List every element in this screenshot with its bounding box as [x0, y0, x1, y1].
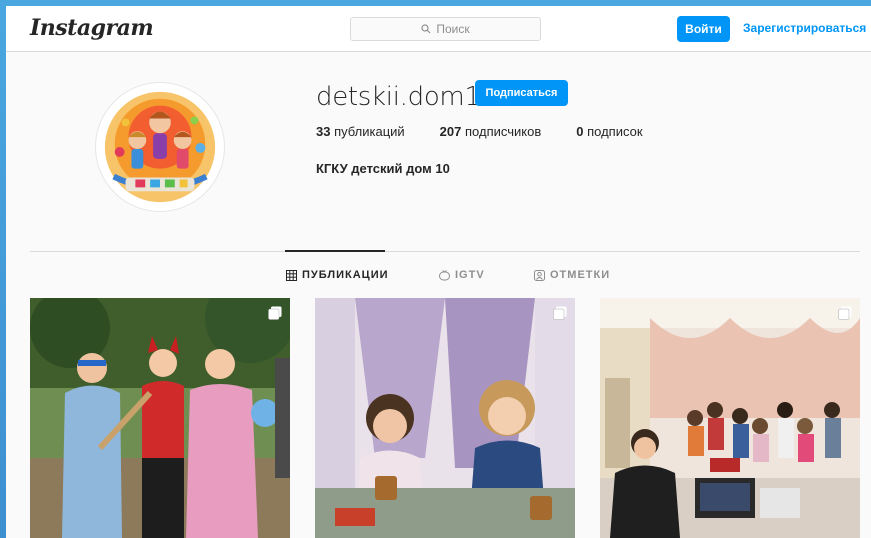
login-button[interactable]: Войти: [677, 16, 730, 42]
profile-avatar[interactable]: [95, 82, 225, 212]
instagram-logo[interactable]: Instagram: [30, 15, 154, 41]
profile-full-name: КГКУ детский дом 10: [316, 161, 450, 176]
post-thumbnail[interactable]: [600, 298, 860, 538]
follow-button[interactable]: Подписаться: [475, 80, 568, 106]
posts-count-stat: 33 публикаций: [316, 124, 405, 139]
search-input[interactable]: Поиск: [350, 17, 541, 41]
active-tab-indicator: [285, 250, 385, 252]
profile-stats: 33 публикаций 207 подписчиков 0 подписок: [316, 124, 643, 139]
tab-posts[interactable]: ПУБЛИКАЦИИ: [286, 269, 389, 281]
posts-label: публикаций: [334, 124, 405, 139]
post-thumbnail[interactable]: [315, 298, 575, 538]
post-photo-girls-tea: [315, 298, 575, 538]
browser-window: Instagram Поиск Войти Зарегистрироваться: [6, 6, 871, 538]
top-navigation-bar: Instagram Поиск Войти Зарегистрироваться: [6, 6, 871, 52]
following-count: 0: [576, 124, 584, 139]
tab-tagged-label: ОТМЕТКИ: [550, 269, 611, 281]
multiple-photos-icon: [838, 306, 852, 320]
multiple-photos-icon: [268, 306, 282, 320]
avatar-image: [96, 83, 224, 211]
tab-tagged[interactable]: ОТМЕТКИ: [534, 269, 610, 281]
post-photo-costumes: [30, 298, 290, 538]
register-link[interactable]: Зарегистрироваться: [743, 21, 866, 35]
tabs-divider: [30, 251, 860, 252]
search-icon: [421, 24, 431, 34]
profile-username: detskii.dom10: [316, 82, 497, 112]
tab-igtv-label: IGTV: [455, 269, 485, 281]
search-placeholder: Поиск: [436, 22, 470, 36]
tab-posts-label: ПУБЛИКАЦИИ: [302, 269, 389, 281]
posts-count: 33: [316, 124, 331, 139]
following-label: подписок: [587, 124, 643, 139]
tv-icon: [439, 269, 450, 280]
post-photo-room-group: [600, 298, 860, 538]
following-count-stat[interactable]: 0 подписок: [576, 124, 642, 139]
followers-count-stat[interactable]: 207 подписчиков: [440, 124, 542, 139]
multiple-photos-icon: [553, 306, 567, 320]
post-thumbnail[interactable]: [30, 298, 290, 538]
followers-count: 207: [439, 124, 462, 139]
tab-igtv[interactable]: IGTV: [439, 269, 485, 281]
grid-icon: [286, 269, 297, 281]
followers-label: подписчиков: [465, 124, 542, 139]
tagged-icon: [534, 269, 545, 281]
